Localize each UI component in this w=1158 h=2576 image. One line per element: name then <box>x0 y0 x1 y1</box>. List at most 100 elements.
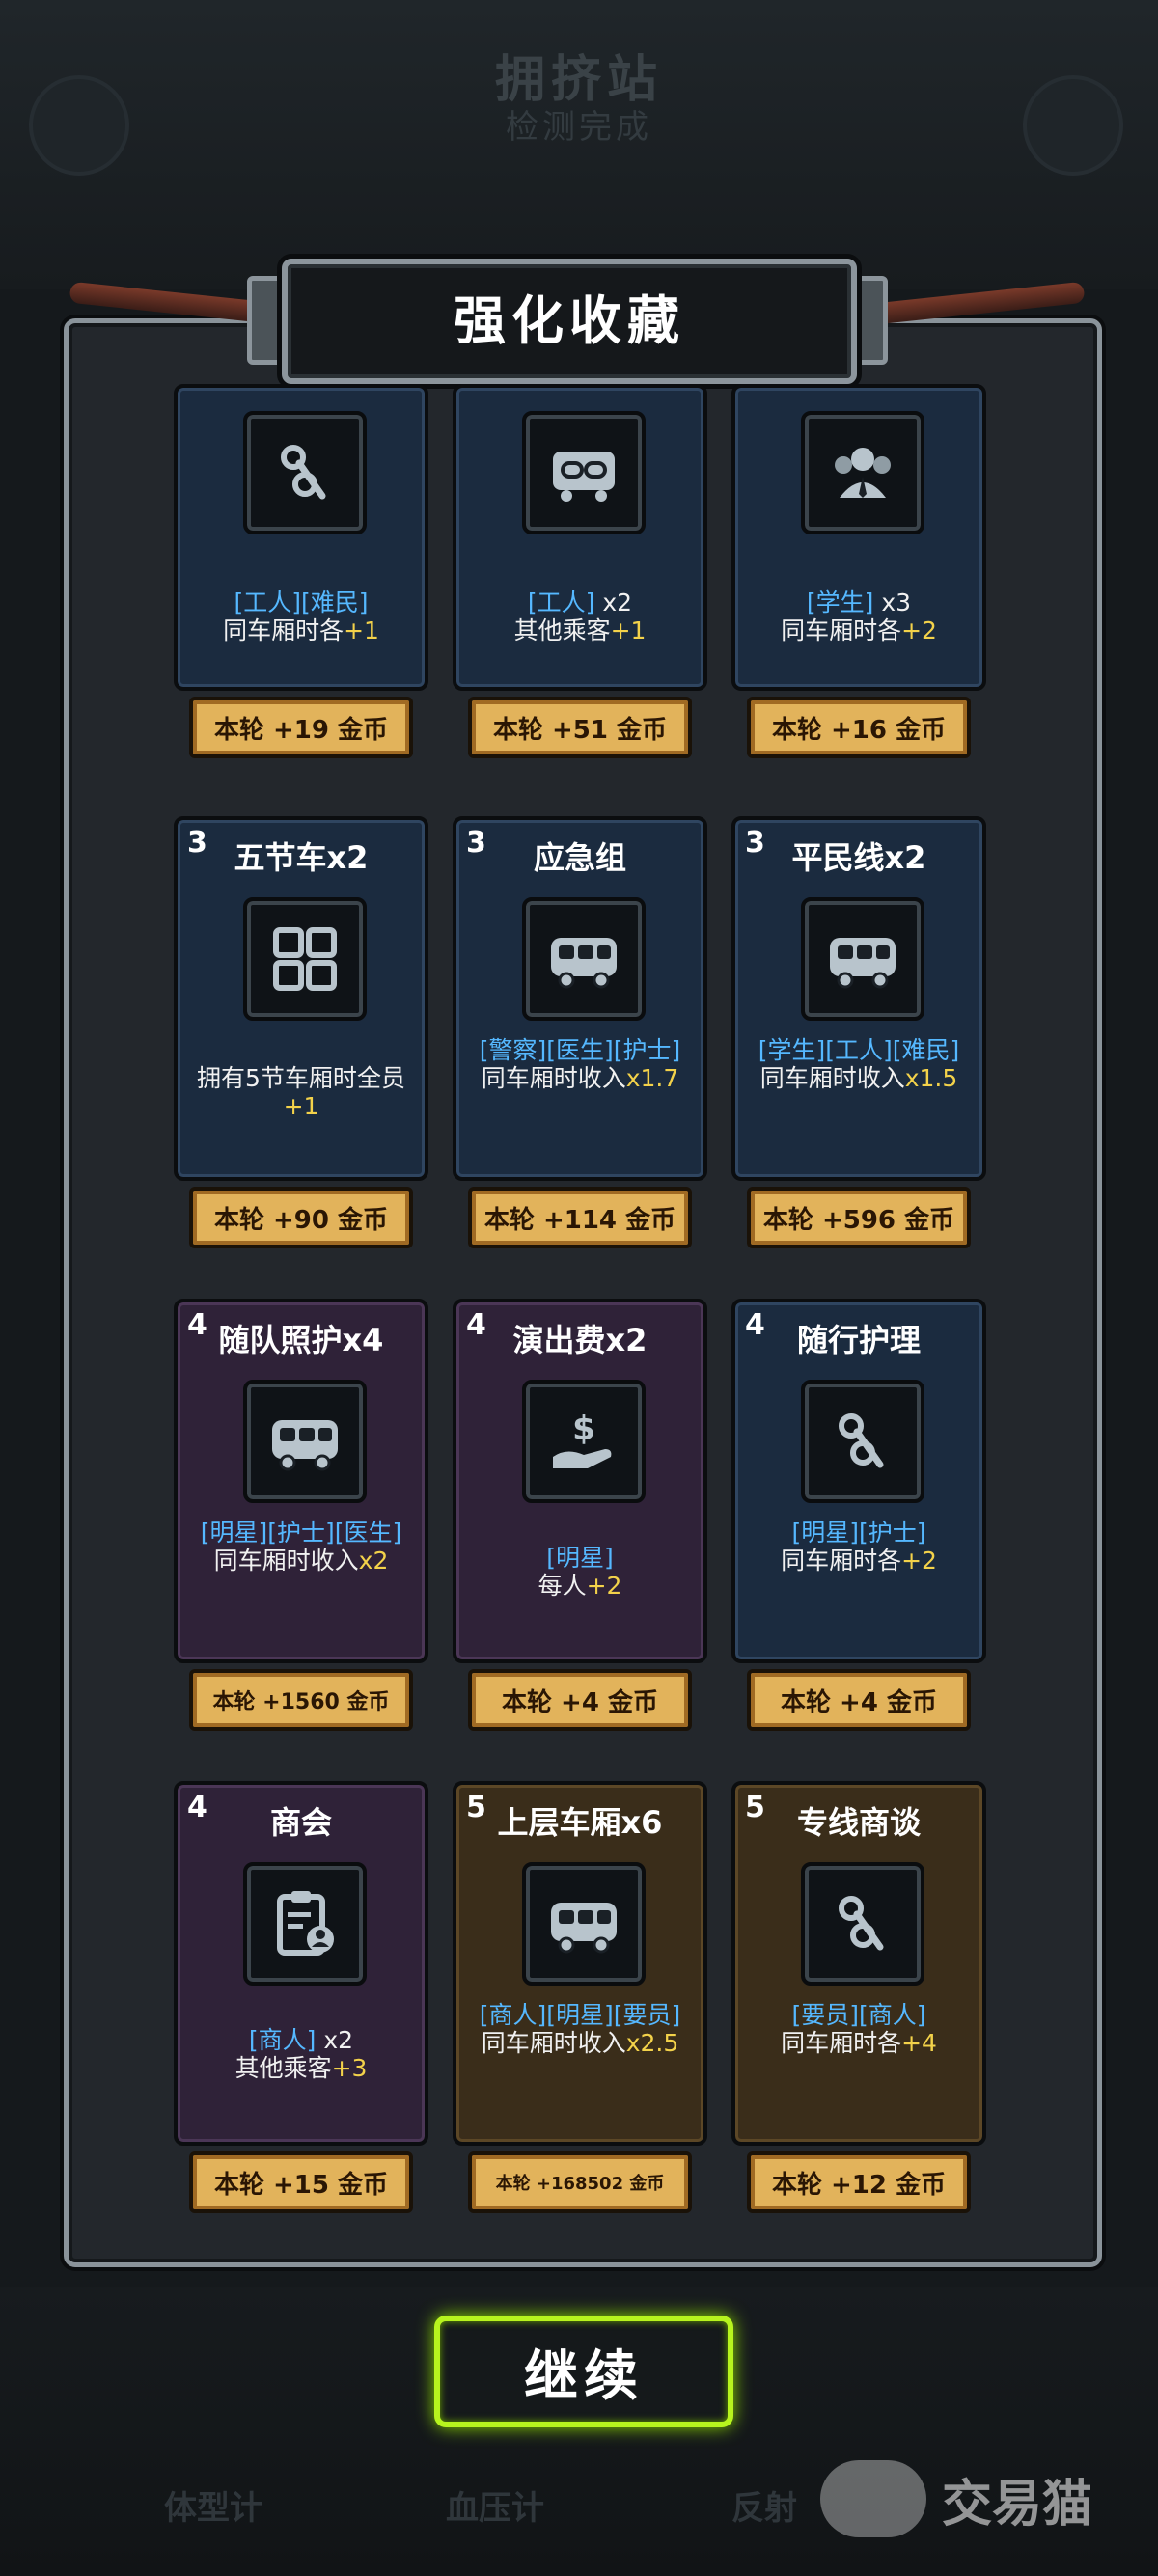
card-tags: [学生] <box>806 589 874 617</box>
card-bonus: x1.7 <box>625 1064 679 1092</box>
reward-badge: 本轮 +114 金币 <box>468 1187 692 1248</box>
card-bonus: x2.5 <box>625 2029 679 2057</box>
card-effect: 同车厢时收入 <box>481 1064 626 1092</box>
card-tags: [商人][明星][要员] <box>479 2001 681 2029</box>
card-bonus: +3 <box>331 2054 368 2082</box>
card-description: [明星] 每人+2 <box>462 1544 698 1600</box>
card-multiplier: x3 <box>873 589 912 617</box>
reward-badge: 本轮 +4 金币 <box>747 1669 971 1731</box>
upgrade-card[interactable]: [工人][难民] 同车厢时各+1 <box>174 384 428 691</box>
tab-blood-pressure: 血压计 <box>446 2489 544 2528</box>
card-effect: 同车厢时各 <box>223 617 345 644</box>
upgrade-card[interactable]: [学生] x3 同车厢时各+2 <box>731 384 986 691</box>
upgrade-card[interactable]: 4 随行护理 [明星][护士] 同车厢时各+2 <box>731 1299 986 1663</box>
card-name: 商会 <box>269 1804 332 1841</box>
card-bonus: x2 <box>358 1547 389 1575</box>
card-name: 平民线x2 <box>791 839 926 876</box>
reward-badge: 本轮 +1560 金币 <box>189 1669 413 1731</box>
reward-badge: 本轮 +51 金币 <box>468 697 692 758</box>
card-multiplier: x2 <box>594 589 633 617</box>
money-hand-icon: $ <box>522 1380 646 1503</box>
card-effect: 同车厢时收入 <box>759 1064 905 1092</box>
card-tags: [商人] <box>248 2026 317 2054</box>
card-bonus: +2 <box>901 1547 937 1575</box>
card-description: [学生][工人][难民] 同车厢时收入x1.5 <box>741 1036 977 1092</box>
upgrade-card[interactable]: 4 商会 [商人] x2 其他乘客+3 <box>174 1781 428 2146</box>
reward-badge: 本轮 +15 金币 <box>189 2151 413 2213</box>
bus-icon <box>243 1380 367 1503</box>
reward-badge: 本轮 +596 金币 <box>747 1187 971 1248</box>
card-name: 应急组 <box>533 839 626 876</box>
card-description: [明星][护士] 同车厢时各+2 <box>741 1519 977 1575</box>
reward-badge: 本轮 +19 金币 <box>189 697 413 758</box>
chain-carriage-icon <box>522 411 646 534</box>
card-name: 随行护理 <box>796 1322 921 1358</box>
continue-button[interactable]: 继续 <box>434 2316 733 2427</box>
card-description: [要员][商人] 同车厢时各+4 <box>741 2001 977 2057</box>
tab-reflex: 反射 <box>731 2489 797 2528</box>
card-effect: 其他乘客 <box>234 2054 332 2082</box>
cat-logo-icon <box>820 2460 926 2537</box>
card-bonus: +1 <box>283 1092 319 1120</box>
card-tags: [明星] <box>546 1544 614 1572</box>
link-knot-icon <box>801 1862 924 1986</box>
reward-badge: 本轮 +90 金币 <box>189 1187 413 1248</box>
svg-text:$: $ <box>572 1410 595 1448</box>
card-description: [学生] x3 同车厢时各+2 <box>741 589 977 644</box>
reward-badge: 本轮 +12 金币 <box>747 2151 971 2213</box>
card-description: [商人][明星][要员] 同车厢时收入x2.5 <box>462 2001 698 2057</box>
card-name: 演出费x2 <box>512 1322 648 1358</box>
link-knot-icon <box>801 1380 924 1503</box>
tab-weight: 体型计 <box>164 2489 262 2528</box>
card-tags: [警察][医生][护士] <box>479 1036 681 1064</box>
reward-badge: 本轮 +168502 金币 <box>468 2151 692 2213</box>
card-name: 随队照护x4 <box>218 1322 384 1358</box>
bus-icon <box>522 897 646 1021</box>
card-tags: [工人][难民] <box>234 589 369 617</box>
card-effect: 拥有5节车厢时全员 <box>197 1064 405 1092</box>
card-name: 专线商谈 <box>796 1804 921 1841</box>
upgrade-card[interactable]: 3 五节车x2 拥有5节车厢时全员+1 <box>174 816 428 1181</box>
card-description: [工人] x2 其他乘客+1 <box>462 589 698 644</box>
card-effect: 其他乘客 <box>513 617 611 644</box>
group-people-icon <box>801 411 924 534</box>
station-subtitle: 检测完成 <box>506 108 652 147</box>
reward-badge: 本轮 +4 金币 <box>468 1669 692 1731</box>
upgrade-card[interactable]: 3 平民线x2 [学生][工人][难民] 同车厢时收入x1.5 <box>731 816 986 1181</box>
upgrade-card[interactable]: 5 上层车厢x6 [商人][明星][要员] 同车厢时收入x2.5 <box>453 1781 707 2146</box>
bus-icon <box>522 1862 646 1986</box>
card-effect: 同车厢时收入 <box>213 1547 359 1575</box>
link-knot-icon <box>243 411 367 534</box>
card-description: [明星][护士][医生] 同车厢时收入x2 <box>183 1519 419 1575</box>
upgrade-card[interactable]: 3 应急组 [警察][医生][护士] 同车厢时收入x1.7 <box>453 816 707 1181</box>
upgrade-card[interactable]: 4 演出费x2 $ [明星] 每人+2 <box>453 1299 707 1663</box>
grid-icon <box>243 897 367 1021</box>
upgrade-card[interactable]: 5 专线商谈 [要员][商人] 同车厢时各+4 <box>731 1781 986 2146</box>
upgrade-card[interactable]: 4 随队照护x4 [明星][护士][医生] 同车厢时收入x2 <box>174 1299 428 1663</box>
card-description: [工人][难民] 同车厢时各+1 <box>183 589 419 644</box>
card-tags: [明星][护士][医生] <box>200 1519 402 1547</box>
card-bonus: +2 <box>586 1572 622 1600</box>
card-tags: [学生][工人][难民] <box>758 1036 960 1064</box>
card-bonus: +1 <box>610 617 647 644</box>
card-bonus: +4 <box>901 2029 937 2057</box>
card-tags: [要员][商人] <box>791 2001 926 2029</box>
card-description: 拥有5节车厢时全员+1 <box>183 1036 419 1120</box>
watermark: 交易猫 <box>820 2460 1092 2537</box>
card-description: [警察][医生][护士] 同车厢时收入x1.7 <box>462 1036 698 1092</box>
card-multiplier: x2 <box>316 2026 354 2054</box>
card-name: 上层车厢x6 <box>497 1804 663 1841</box>
bus-icon <box>801 897 924 1021</box>
card-description: [商人] x2 其他乘客+3 <box>183 2026 419 2082</box>
card-tags: [明星][护士] <box>791 1519 926 1547</box>
card-name: 五节车x2 <box>234 839 369 876</box>
card-bonus: +2 <box>901 617 937 644</box>
upgrade-card[interactable]: [工人] x2 其他乘客+1 <box>453 384 707 691</box>
card-bonus: x1.5 <box>904 1064 958 1092</box>
watermark-text: 交易猫 <box>942 2475 1093 2534</box>
clipboard-user-icon <box>243 1862 367 1986</box>
card-effect: 每人 <box>538 1572 587 1600</box>
card-effect: 同车厢时各 <box>781 617 902 644</box>
card-effect: 同车厢时各 <box>781 1547 902 1575</box>
card-effect: 同车厢时各 <box>781 2029 902 2057</box>
